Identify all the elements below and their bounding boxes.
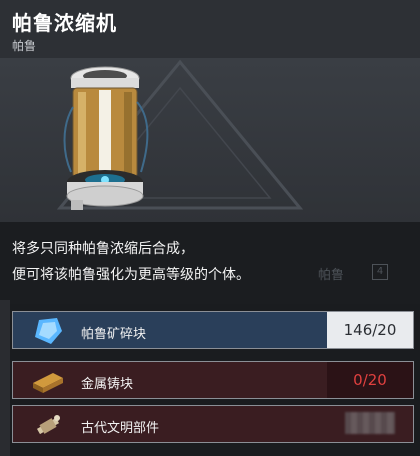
background-count-badge: 4 [372, 264, 388, 280]
structure-preview [0, 58, 420, 222]
description-line-1: 将多只同种帕鲁浓缩后合成， [12, 241, 194, 257]
material-name: 帕鲁矿碎块 [81, 327, 147, 342]
material-row: 金属铸块 0/20 [12, 361, 414, 399]
obscured-quantity [345, 412, 395, 434]
ancient-part-icon [36, 415, 60, 435]
material-quantity: 146/20 [327, 312, 413, 348]
material-name: 古代文明部件 [81, 421, 160, 436]
page-subtitle: 帕鲁 [12, 39, 37, 53]
material-row: 帕鲁矿碎块 146/20 [12, 311, 414, 349]
left-edge-decoration [0, 300, 10, 456]
material-quantity: 0/20 [327, 362, 413, 398]
pal-condenser-icon [63, 66, 149, 210]
pal-fluid-crystal-icon [35, 318, 62, 344]
background-pal-label: 帕鲁 [318, 268, 345, 283]
description-panel: 将多只同种帕鲁浓缩后合成， 便可将该帕鲁强化为更高等级的个体。 [0, 222, 420, 304]
material-row: 古代文明部件 [12, 405, 414, 443]
ingot-icon [33, 373, 63, 393]
material-name: 金属铸块 [81, 377, 134, 392]
header-bar: 帕鲁浓缩机 帕鲁 [0, 0, 420, 58]
page-title: 帕鲁浓缩机 [12, 11, 117, 35]
description-line-2: 便可将该帕鲁强化为更高等级的个体。 [12, 267, 250, 283]
